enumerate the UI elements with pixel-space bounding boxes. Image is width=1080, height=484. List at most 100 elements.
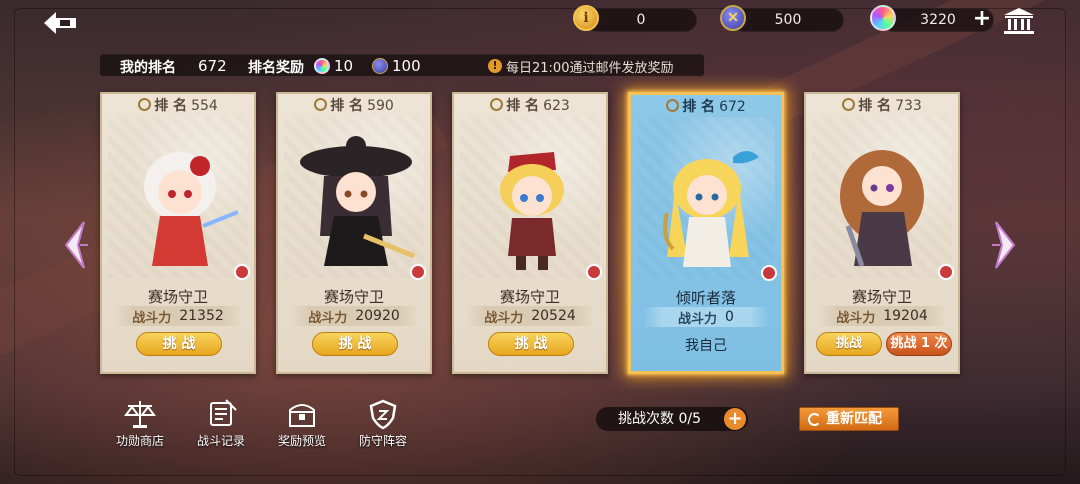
rank-label: 排 名	[858, 98, 892, 114]
rematch-label: 重新匹配	[826, 411, 882, 427]
power-value: 20920	[355, 308, 400, 324]
my-rank-label: 我的排名	[120, 60, 176, 76]
rank-value: 733	[895, 98, 922, 114]
rank-value: 590	[367, 98, 394, 114]
opponent-card[interactable]: 排 名 554 赛场守卫 战斗力 21352 挑 战	[100, 92, 256, 374]
character-portrait[interactable]	[284, 116, 424, 278]
rank-value: 623	[543, 98, 570, 114]
reward-notice: 每日21:00通过邮件发放奖励	[506, 61, 674, 76]
character-portrait[interactable]	[108, 116, 248, 278]
battle-records-label: 战斗记录	[196, 434, 245, 448]
reward-gem-value: 10	[334, 57, 354, 75]
reward-gem-icon	[314, 58, 330, 74]
refresh-icon	[808, 413, 821, 426]
chevron-left-icon	[64, 221, 88, 269]
scroll-sword-icon	[210, 399, 237, 426]
magnify-icon[interactable]	[938, 264, 954, 280]
power-bar: 战斗力 0	[643, 307, 769, 327]
power-bar: 战斗力 20524	[466, 306, 594, 326]
power-label: 战斗力	[836, 310, 876, 326]
rank-label: 排 名	[154, 98, 188, 114]
my-card: 排 名 672 倾听者落 战斗力 0 我自己	[628, 92, 784, 374]
power-value: 19204	[883, 308, 928, 324]
shield-icon	[369, 399, 397, 430]
power-label: 战斗力	[308, 310, 348, 326]
power-label: 战斗力	[484, 310, 524, 326]
gem-value: 3220	[920, 12, 956, 28]
bank-building-icon[interactable]	[1002, 6, 1036, 36]
battle-records-button[interactable]: 战斗记录	[186, 398, 256, 452]
player-name: 倾听者落	[675, 289, 736, 307]
power-label: 战斗力	[132, 310, 172, 326]
rank-medal-icon	[138, 98, 152, 111]
player-name: 赛场守卫	[147, 288, 208, 306]
rank-label: 排 名	[330, 98, 364, 114]
next-page-arrow[interactable]	[988, 218, 1018, 272]
honor-value: 0	[636, 12, 646, 28]
rank-medal-icon	[314, 98, 328, 111]
prev-page-arrow[interactable]	[62, 218, 92, 272]
rank-row: 排 名 590	[278, 95, 430, 115]
magnify-icon[interactable]	[234, 264, 250, 280]
magnify-icon[interactable]	[761, 265, 777, 281]
magnify-icon[interactable]	[586, 264, 602, 280]
rematch-button[interactable]: 重新匹配	[799, 407, 899, 431]
scales-icon	[124, 401, 156, 428]
reward-token-value: 100	[392, 57, 421, 75]
power-value: 20524	[531, 308, 576, 324]
self-label: 我自己	[685, 338, 727, 354]
rainbow-gem-icon	[870, 5, 896, 31]
power-bar: 战斗力 19204	[818, 306, 946, 326]
back-button[interactable]	[40, 8, 80, 38]
challenge-button[interactable]: 挑战	[816, 332, 882, 356]
challenge-button[interactable]: 挑 战	[312, 332, 398, 356]
defense-lineup-button[interactable]: 防守阵容	[348, 398, 418, 452]
reward-preview-button[interactable]: 奖励预览	[267, 398, 337, 452]
power-label: 战斗力	[678, 311, 718, 327]
my-rank-value: 672	[198, 57, 227, 75]
rank-value: 672	[719, 99, 746, 115]
rank-label: 排 名	[682, 99, 716, 115]
rank-row: 排 名 733	[806, 95, 958, 115]
rank-value: 554	[191, 98, 218, 114]
notice-icon: !	[488, 59, 502, 73]
defense-lineup-label: 防守阵容	[358, 434, 407, 448]
character-portrait[interactable]	[460, 116, 600, 278]
power-bar: 战斗力 20920	[290, 306, 418, 326]
rank-row: 排 名 623	[454, 95, 606, 115]
opponent-card[interactable]: 排 名 623 赛场守卫 战斗力 20524 挑 战	[452, 92, 608, 374]
power-value: 0	[725, 309, 734, 325]
challenge-once-button[interactable]: 挑战 1 次	[886, 332, 952, 356]
power-value: 21352	[179, 308, 224, 324]
rank-label: 排 名	[506, 98, 540, 114]
add-gem-button[interactable]: +	[972, 8, 992, 30]
arena-token-icon: ✕	[720, 5, 746, 31]
rank-medal-icon	[490, 98, 504, 111]
reward-preview-label: 奖励预览	[277, 434, 326, 448]
challenge-button[interactable]: 挑 战	[488, 332, 574, 356]
rank-reward-label: 排名奖励	[248, 60, 304, 76]
challenge-button[interactable]: 挑 战	[136, 332, 222, 356]
opponent-card[interactable]: 排 名 590 赛场守卫 战斗力 20920 挑 战	[276, 92, 432, 374]
back-arrow-icon	[44, 12, 76, 34]
opponent-card[interactable]: 排 名 733 赛场守卫 战斗力 19204 挑战 挑战 1 次	[804, 92, 960, 374]
merit-shop-button[interactable]: 功勋商店	[105, 398, 175, 452]
rank-row: 排 名 672	[631, 96, 781, 116]
player-name: 赛场守卫	[499, 288, 560, 306]
chevron-right-icon	[992, 221, 1016, 269]
challenge-count-text: 挑战次数 0/5	[618, 411, 701, 427]
rank-medal-icon	[842, 98, 856, 111]
rank-medal-icon	[666, 99, 680, 112]
rank-info-strip: 我的排名 672 排名奖励 10 100 ! 每日21:00通过邮件发放奖励	[100, 54, 704, 76]
treasure-chest-icon	[289, 404, 315, 427]
token-counter: 500	[732, 8, 844, 32]
honor-coin-icon: i	[573, 5, 599, 31]
reward-token-icon	[372, 58, 388, 74]
character-portrait[interactable]	[812, 116, 952, 278]
character-portrait[interactable]	[637, 117, 775, 279]
rank-row: 排 名 554	[102, 95, 254, 115]
add-challenges-button[interactable]: +	[724, 408, 746, 430]
player-name: 赛场守卫	[323, 288, 384, 306]
merit-shop-label: 功勋商店	[115, 434, 164, 448]
magnify-icon[interactable]	[410, 264, 426, 280]
